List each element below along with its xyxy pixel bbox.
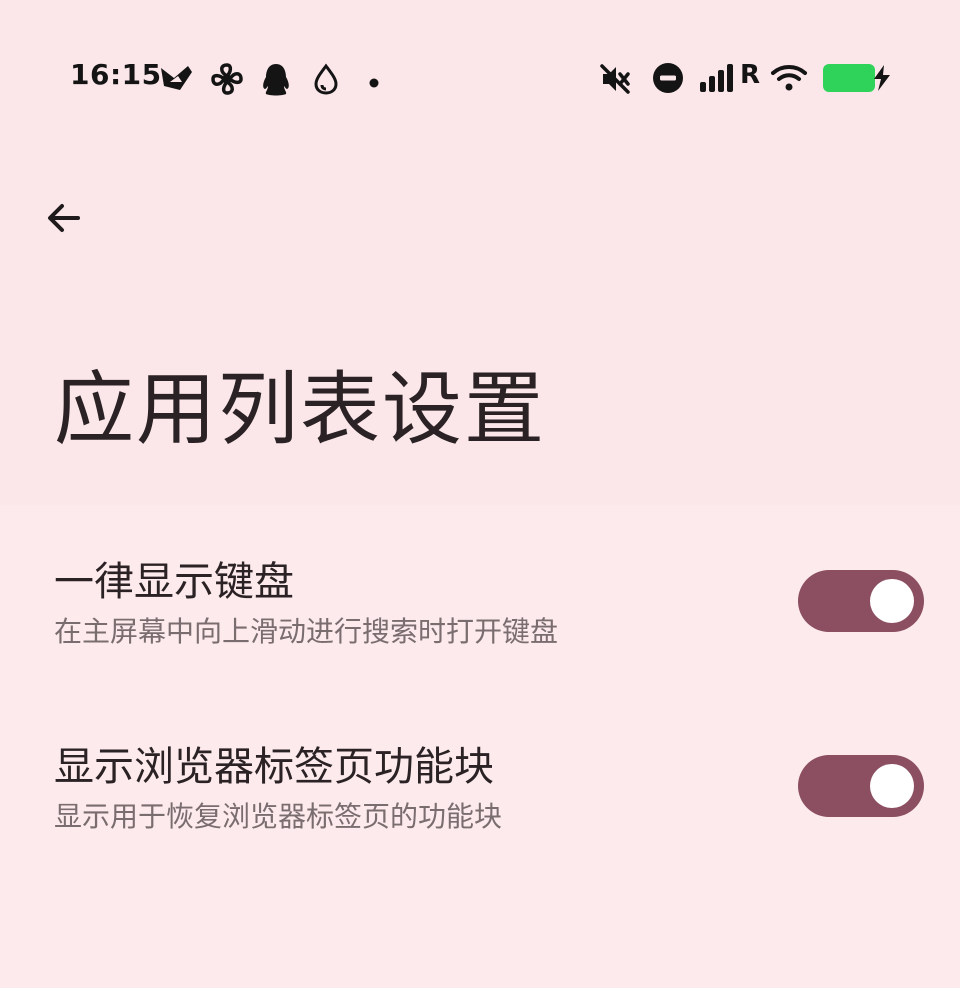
mute-icon	[598, 62, 632, 100]
arrow-left-icon	[48, 204, 80, 232]
status-bar: 16:15 R	[0, 48, 960, 108]
status-time: 16:15	[70, 58, 162, 91]
qq-penguin-icon	[260, 62, 292, 102]
bird-app-icon	[158, 62, 196, 98]
setting-title: 显示浏览器标签页功能块	[54, 744, 494, 790]
setting-show-browser-tabs-block[interactable]: 显示浏览器标签页功能块 显示用于恢复浏览器标签页的功能块	[0, 741, 960, 861]
setting-description: 显示用于恢复浏览器标签页的功能块	[54, 800, 503, 833]
page-title: 应用列表设置	[54, 363, 546, 456]
network-type-label: R	[740, 60, 761, 90]
app-list-settings-screen: 16:15 R 应用列表设置 一律显示键盘 在主屏幕中向上滑动进行搜索时打开键盘…	[0, 0, 960, 988]
more-dot-icon	[368, 74, 380, 93]
battery-charging-icon	[822, 62, 892, 98]
water-drop-icon	[312, 62, 340, 100]
always-show-keyboard-toggle[interactable]	[798, 570, 924, 632]
toggle-thumb	[870, 764, 914, 808]
wifi-icon	[770, 62, 808, 98]
toggle-thumb	[870, 579, 914, 623]
do-not-disturb-icon	[652, 62, 684, 98]
back-button[interactable]	[36, 190, 92, 246]
pinwheel-icon	[210, 62, 244, 100]
setting-title: 一律显示键盘	[54, 559, 294, 605]
setting-description: 在主屏幕中向上滑动进行搜索时打开键盘	[54, 615, 559, 648]
show-browser-tabs-toggle[interactable]	[798, 755, 924, 817]
signal-icon	[698, 62, 738, 98]
setting-always-show-keyboard[interactable]: 一律显示键盘 在主屏幕中向上滑动进行搜索时打开键盘	[0, 556, 960, 676]
